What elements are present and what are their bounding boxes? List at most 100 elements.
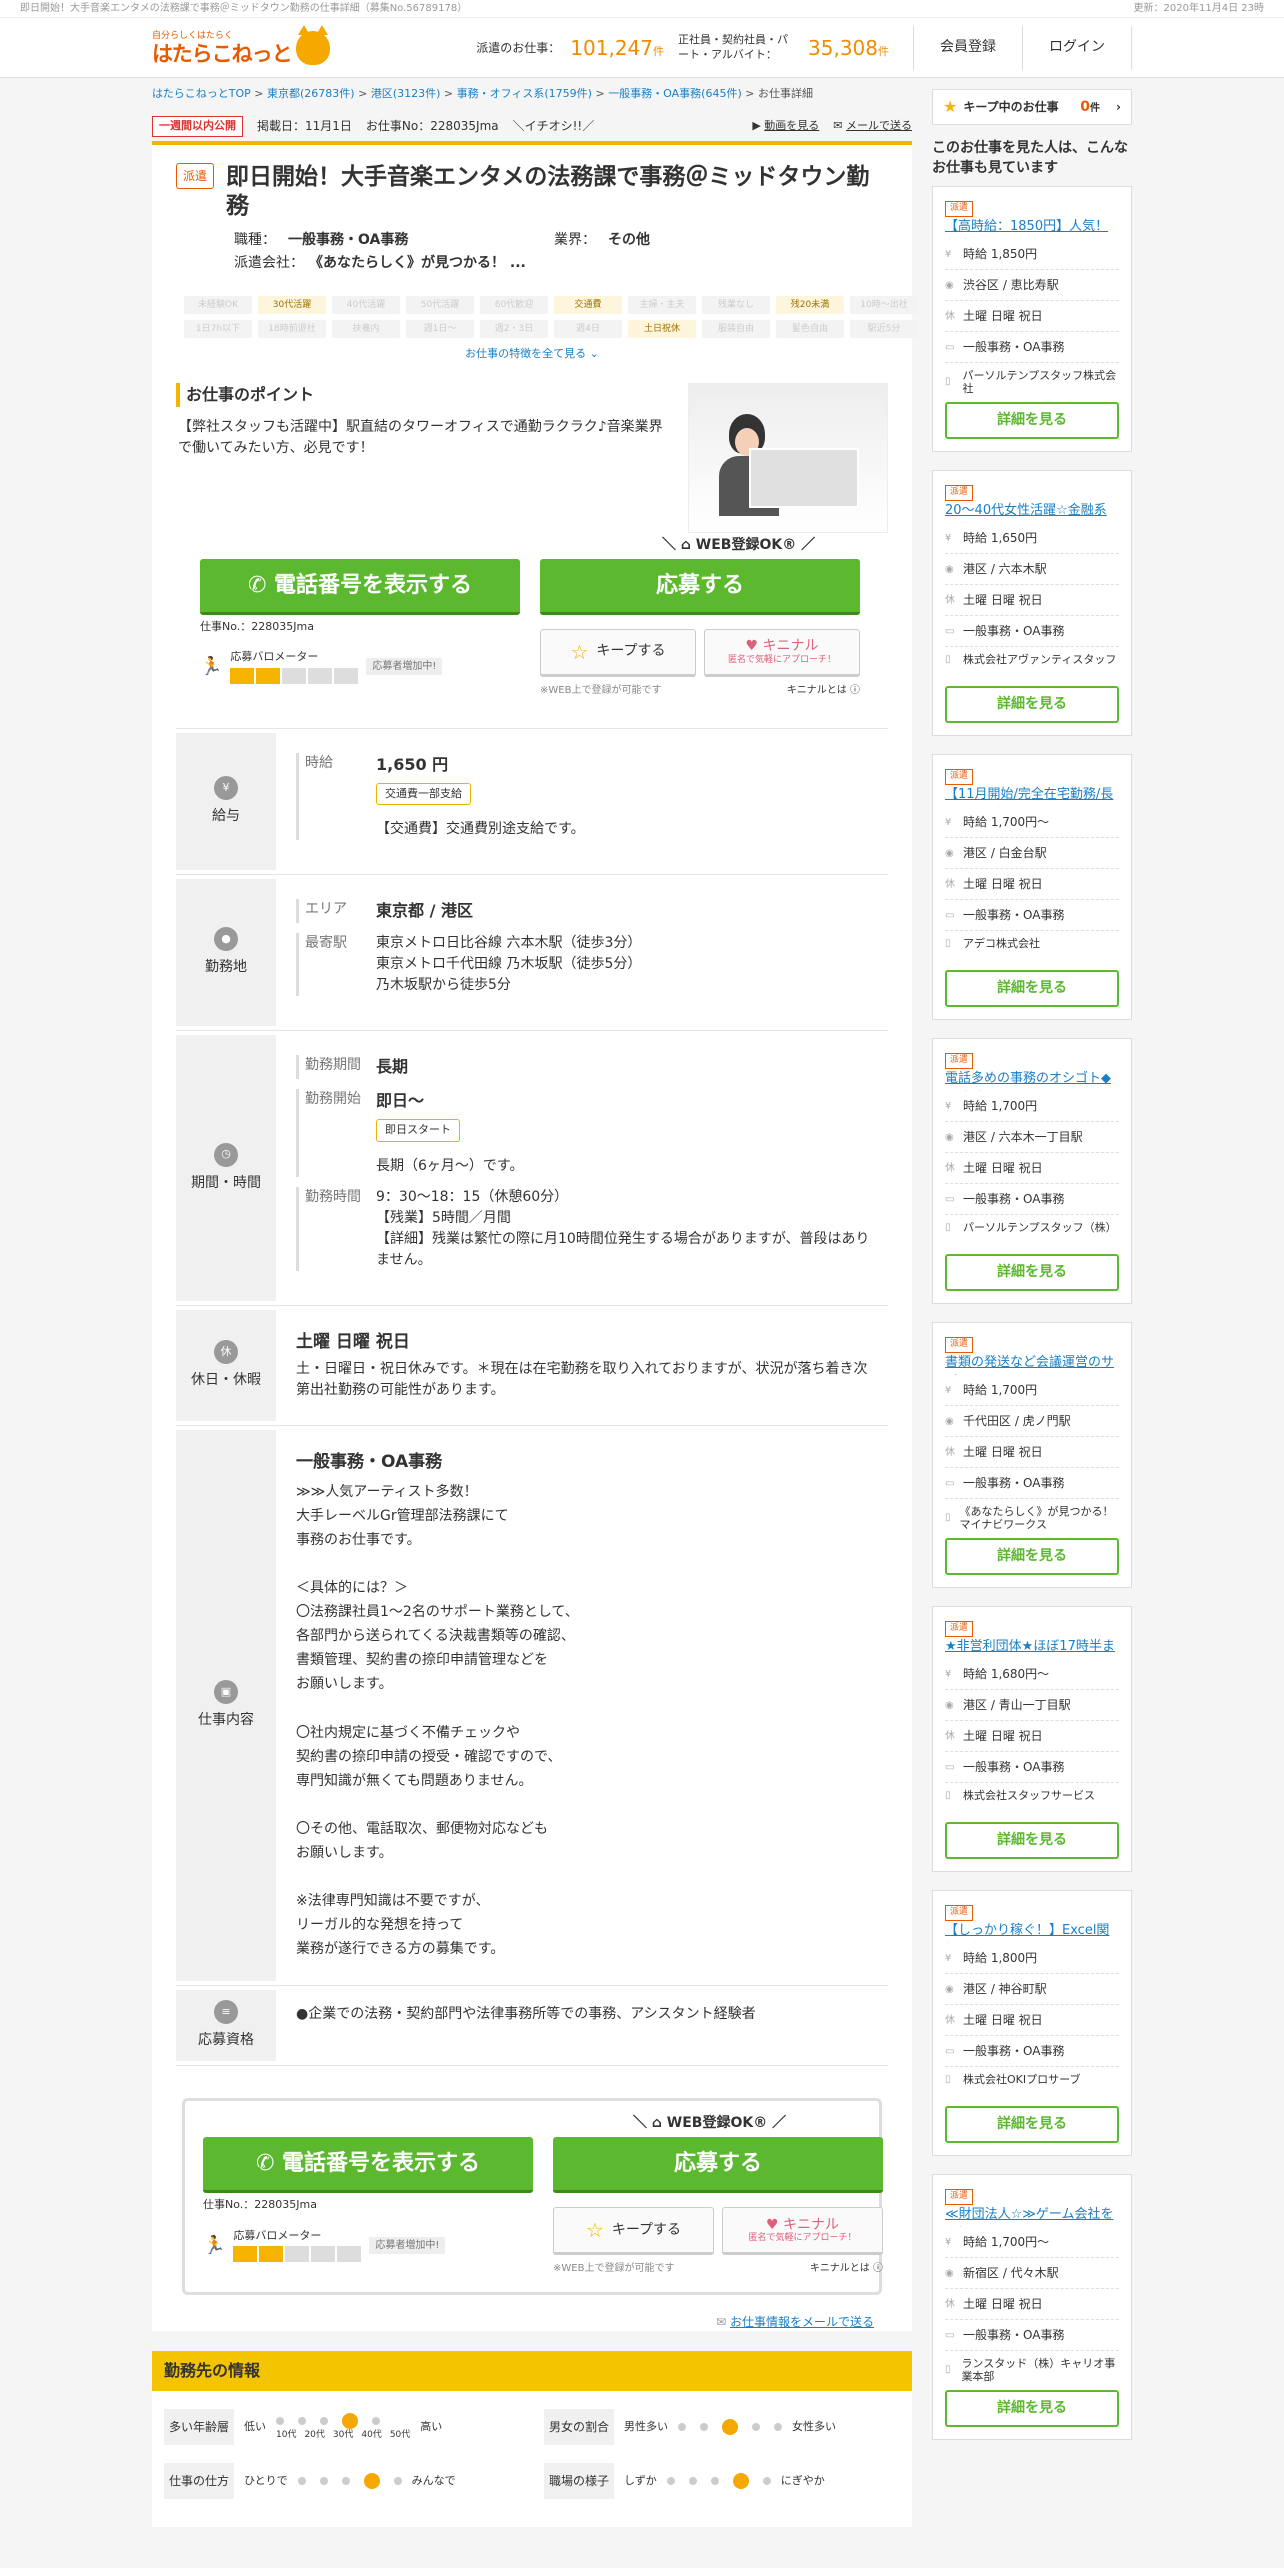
feature-tag: 週4日 bbox=[554, 320, 622, 339]
period-heading: 期間・時間 bbox=[191, 1174, 261, 1191]
cta-job-number-bottom: 仕事No.：228035Jma bbox=[203, 2198, 317, 2212]
related-job-holiday: 土曜 日曜 祝日 bbox=[963, 2013, 1043, 2028]
show-phone-button-bottom[interactable]: ✆ 電話番号を表示する bbox=[203, 2137, 533, 2194]
mail-job-link[interactable]: ✉ お仕事情報をメールで送る bbox=[716, 2315, 874, 2329]
area-value: 東京都 / 港区 bbox=[376, 901, 473, 921]
briefcase-icon: ▭ bbox=[945, 2329, 955, 2341]
cta-block: ＼ ⌂ WEB登録OK® ／ ✆ 電話番号を表示する 仕事No.：228035J… bbox=[176, 537, 888, 728]
breadcrumb-minato[interactable]: 港区(3123件) bbox=[371, 87, 441, 100]
agency-name[interactable]: 《あなたらしく》が見つかる！ ... bbox=[316, 255, 526, 271]
runner-icon: 🏃 bbox=[203, 2234, 226, 2256]
related-job-detail-button[interactable]: 詳細を見る bbox=[945, 1254, 1119, 1292]
ichioshi-label: ＼イチオシ!!／ bbox=[512, 119, 595, 134]
web-ok-label-bottom: ＼ ⌂ WEB登録OK® ／ bbox=[633, 2115, 787, 2132]
kinenal-help-link[interactable]: キニナルとは ⓘ bbox=[787, 683, 860, 698]
logo[interactable]: 自分らしくはたらく はたらこねっと bbox=[152, 24, 330, 65]
content-heading: 仕事内容 bbox=[198, 1712, 254, 1729]
cat-marker-icon bbox=[363, 2473, 380, 2490]
haken-tag: 派遣 bbox=[945, 1621, 974, 1638]
related-job-company: パーソルテンプスタッフ（株） bbox=[963, 1221, 1117, 1235]
related-job-pay: 時給 1,650円 bbox=[963, 531, 1038, 546]
related-job-detail-button[interactable]: 詳細を見る bbox=[945, 2106, 1119, 2144]
breadcrumb-office[interactable]: 事務・オフィス系(1759件) bbox=[457, 87, 592, 100]
building-icon: ▯ bbox=[945, 2073, 951, 2085]
related-job-kind: 一般事務・OA事務 bbox=[963, 2328, 1065, 2343]
holiday-icon: 休 bbox=[945, 878, 955, 890]
related-job-pay: 時給 1,700円～ bbox=[963, 2235, 1050, 2250]
related-job-title[interactable]: 派遣【高時給：1850円】人気！急成長Saas... bbox=[945, 197, 1119, 239]
login-button[interactable]: ログイン bbox=[1022, 25, 1132, 70]
cta-block-bottom: ＼ ⌂ WEB登録OK® ／ ✆ 電話番号を表示する 仕事No.：228035J… bbox=[182, 2098, 883, 2296]
keep-button-bottom[interactable]: ☆ キープする bbox=[553, 2207, 714, 2256]
breadcrumb-oa[interactable]: 一般事務・OA事務(645件) bbox=[608, 87, 742, 100]
related-job-company: 《あなたらしく》が見つかる！ マイナビワークス bbox=[959, 1505, 1114, 1532]
kinenal-button[interactable]: ♥ キニナル 匿名で気軽にアプローチ！ bbox=[704, 628, 860, 677]
related-job-detail-button[interactable]: 詳細を見る bbox=[945, 1538, 1119, 1576]
feature-tag: 30代活躍 bbox=[258, 296, 326, 315]
related-job-detail-button[interactable]: 詳細を見る bbox=[945, 2390, 1119, 2428]
register-button[interactable]: 会員登録 bbox=[913, 25, 1022, 70]
related-job-detail-button[interactable]: 詳細を見る bbox=[945, 970, 1119, 1008]
related-job-location: 港区 / 白金台駅 bbox=[963, 846, 1047, 861]
related-job-title[interactable]: 派遣【11月開始/完全在宅勤務/長期/時短/未... bbox=[945, 765, 1119, 807]
map-pin-icon: ◉ bbox=[945, 1415, 954, 1427]
qualification-heading: 応募資格 bbox=[198, 2032, 254, 2049]
question-icon: ⓘ bbox=[850, 684, 860, 696]
feature-tag: 1日7h以下 bbox=[184, 320, 252, 339]
content-section: ▣ 仕事内容 一般事務・OA事務 ≫≫人気アーティスト多数！ 大手レーベルGr管理… bbox=[176, 1425, 888, 1985]
related-job-detail-button[interactable]: 詳細を見る bbox=[945, 402, 1119, 440]
related-job-pay: 時給 1,800円 bbox=[963, 1951, 1038, 1966]
briefcase-icon: ▭ bbox=[945, 2045, 955, 2057]
video-link[interactable]: ▶ 動画を見る bbox=[752, 118, 819, 135]
related-job-title[interactable]: 派遣【しっかり稼ぐ！】Excel関数＆集計 bbox=[945, 1901, 1119, 1943]
holiday-icon: 休 bbox=[945, 2298, 955, 2310]
related-job-title[interactable]: 派遣書類の発送など会議運営のサポート事務！ bbox=[945, 1333, 1119, 1375]
related-job-location: 港区 / 神谷町駅 bbox=[963, 1982, 1047, 1997]
related-job-pay: 時給 1,700円 bbox=[963, 1383, 1038, 1398]
breadcrumb-top[interactable]: はたらこねっとTOP bbox=[152, 87, 251, 100]
phone-icon: ✆ bbox=[255, 2151, 283, 2177]
related-job-title[interactable]: 派遣≪財団法人☆≫ゲーム会社を支援♪未経験O bbox=[945, 2185, 1119, 2227]
related-job-detail-button[interactable]: 詳細を見る bbox=[945, 1822, 1119, 1860]
mail-send-link[interactable]: ✉ メールで送る bbox=[833, 118, 912, 135]
related-job-company: 株式会社スタッフサービス bbox=[963, 1789, 1095, 1803]
web-ok-label: ＼ ⌂ WEB登録OK® ／ bbox=[662, 536, 816, 553]
show-phone-button[interactable]: ✆ 電話番号を表示する bbox=[200, 558, 520, 615]
map-pin-icon: ◉ bbox=[945, 1131, 954, 1143]
related-job-detail-button[interactable]: 詳細を見る bbox=[945, 686, 1119, 724]
related-job-card: 派遣電話多めの事務のオシゴト◆派遣社員の方 ¥ 時給 1,700円 ◉ 港区 / 六本木… bbox=[932, 1038, 1132, 1305]
yen-icon: ¥ bbox=[945, 1668, 952, 1680]
keep-list-box[interactable]: ★ キープ中のお仕事 0件 › bbox=[932, 89, 1132, 125]
kinenal-help-link-bottom[interactable]: キニナルとは ⓘ bbox=[810, 2261, 883, 2276]
related-job-pay: 時給 1,700円 bbox=[963, 1099, 1038, 1114]
heart-icon: ♥ bbox=[765, 2216, 783, 2233]
yen-icon: ¥ bbox=[945, 1384, 952, 1396]
apply-button-bottom[interactable]: 応募する bbox=[553, 2137, 883, 2194]
meter-label: 応募バロメーター bbox=[230, 650, 319, 664]
apply-meter: 🏃 応募バロメーター 応募者増加中! bbox=[200, 649, 520, 684]
related-job-kind: 一般事務・OA事務 bbox=[963, 340, 1065, 355]
related-job-title[interactable]: 派遣電話多めの事務のオシゴト◆派遣社員の方 bbox=[945, 1049, 1119, 1091]
more-features-link[interactable]: お仕事の特徴を全て見る bbox=[465, 347, 586, 360]
location-heading: 勤務地 bbox=[205, 959, 247, 976]
kinenal-button-bottom[interactable]: ♥ キニナル 匿名で気軽にアプローチ！ bbox=[722, 2207, 883, 2256]
qualification-section: ≡ 応募資格 ●企業での法務・契約部門や法律事務所等での事務、アシスタント経験者 bbox=[176, 1985, 888, 2067]
heart-icon: ♥ bbox=[745, 637, 763, 654]
station-value: 東京メトロ日比谷線 六本木駅（徒歩3分） 東京メトロ千代田線 乃木坂駅（徒歩5分… bbox=[376, 935, 642, 994]
other-count-label: 正社員・契約社員・パート・アルバイト： bbox=[678, 33, 789, 61]
related-job-company: 株式会社OKIプロサーブ bbox=[963, 2073, 1081, 2087]
related-job-title[interactable]: 派遣20～40代女性活躍☆金融系の非営利団体 bbox=[945, 481, 1119, 523]
feature-grid: 未経験OK 30代活躍 40代活躍 50代活躍 60代歓迎 交通費 主婦・主夫 残業なし 残20… bbox=[184, 296, 918, 339]
related-job-location: 千代田区 / 虎ノ門駅 bbox=[963, 1414, 1071, 1429]
haken-tag: 派遣 bbox=[945, 769, 974, 786]
related-job-title[interactable]: 派遣★非営利団体★ほぼ17時半まで！未経験O bbox=[945, 1617, 1119, 1659]
related-job-card: 派遣20～40代女性活躍☆金融系の非営利団体 ¥ 時給 1,650円 ◉ 港区 / 六本… bbox=[932, 470, 1132, 737]
building-icon: ▯ bbox=[945, 1512, 951, 1524]
time-value: 9：30～18：15（休憩60分） 【残業】5時間／月間 【詳細】残業は繁忙の際… bbox=[376, 1188, 870, 1268]
breadcrumb-tokyo[interactable]: 東京都(26783件) bbox=[267, 87, 355, 100]
keep-button[interactable]: ☆ キープする bbox=[540, 628, 696, 677]
feature-tag: 残業なし bbox=[702, 296, 770, 315]
apply-button[interactable]: 応募する bbox=[540, 558, 860, 615]
holiday-icon: 休 bbox=[945, 1446, 955, 1458]
related-job-holiday: 土曜 日曜 祝日 bbox=[963, 309, 1043, 324]
